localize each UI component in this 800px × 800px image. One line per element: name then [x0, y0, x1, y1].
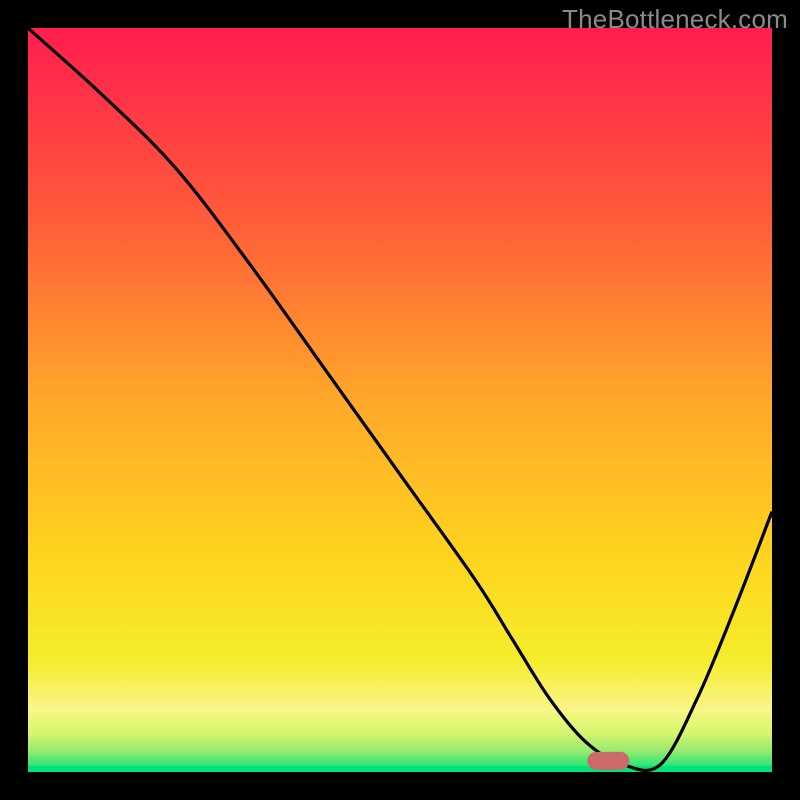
- chart-frame: TheBottleneck.com: [0, 0, 800, 800]
- baseline-green-stripe: [28, 766, 772, 772]
- chart-svg: [28, 28, 772, 772]
- optimal-point-marker: [587, 752, 629, 770]
- plot-background: [28, 28, 772, 772]
- plot-area: [28, 28, 772, 772]
- watermark-text: TheBottleneck.com: [562, 4, 788, 35]
